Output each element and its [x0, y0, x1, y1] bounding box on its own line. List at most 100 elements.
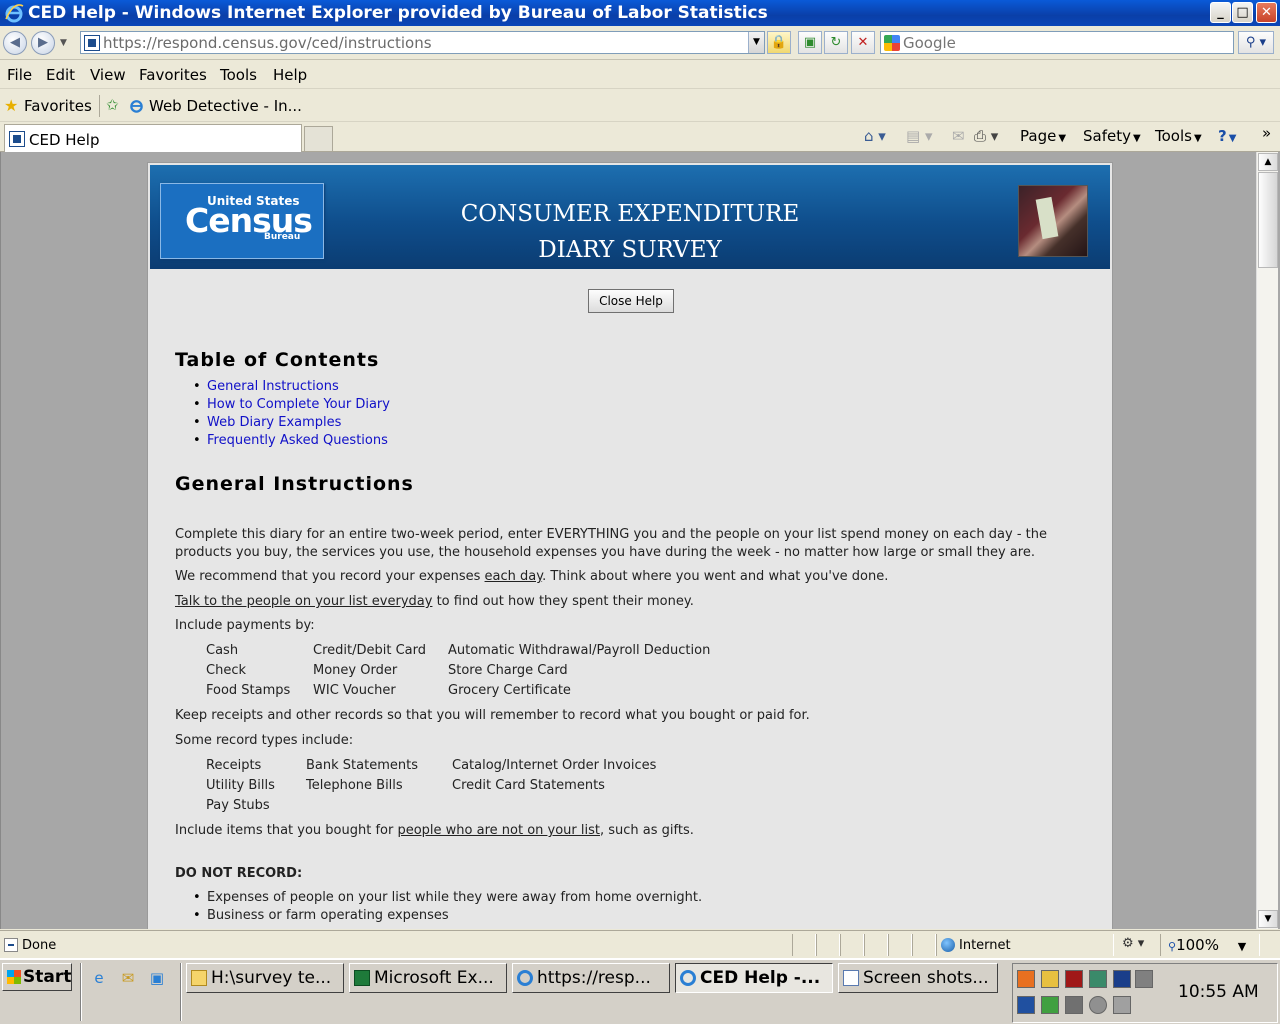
more-commands-icon[interactable]: » [1262, 124, 1271, 142]
address-bar[interactable]: ▼ [80, 31, 765, 54]
tray-hardware-icon[interactable] [1113, 996, 1131, 1014]
records-intro: Some record types include: [175, 733, 354, 748]
security-lock-button[interactable]: 🔒 [767, 31, 791, 54]
print-icon[interactable]: ⎙ ▾ [974, 127, 998, 145]
record-cell: Utility Bills [206, 778, 275, 793]
scroll-up-icon[interactable]: ▲ [1258, 153, 1278, 171]
windows-flag-icon [7, 970, 21, 984]
tray-lock-icon[interactable] [1041, 970, 1059, 988]
safety-menu-label: Safety [1083, 127, 1131, 145]
folder-icon [191, 970, 207, 986]
favorites-button[interactable]: Favorites [24, 97, 92, 115]
tray-sound-icon[interactable] [1065, 996, 1083, 1014]
toc-item: Frequently Asked Questions [193, 433, 388, 448]
start-button[interactable]: Start [2, 963, 72, 991]
new-tab-button[interactable] [304, 126, 333, 152]
each-day-emphasis: each day [484, 569, 543, 584]
survey-banner: United States Census Bureau CONSUMER EXP… [150, 165, 1110, 269]
compatibility-view-button[interactable]: ▣ [798, 31, 822, 54]
toc-link-how-to-complete[interactable]: How to Complete Your Diary [207, 397, 390, 412]
tools-menu[interactable]: Tools ▼ [1155, 127, 1202, 145]
add-favorite-icon[interactable]: ✩ [106, 96, 119, 114]
taskbar-divider [180, 963, 182, 1021]
feeds-icon[interactable]: ▤ ▾ [906, 127, 932, 145]
ie-icon [680, 970, 696, 986]
page-menu-label: Page [1020, 127, 1057, 145]
tray-display-icon[interactable] [1017, 996, 1035, 1014]
tray-network-icon[interactable] [1089, 970, 1107, 988]
mail-icon[interactable]: ✉ [952, 127, 965, 145]
page-icon [84, 35, 100, 51]
tray-audio-icon[interactable] [1135, 970, 1153, 988]
status-text: Done [22, 938, 57, 953]
search-box[interactable] [880, 31, 1234, 54]
help-page: United States Census Bureau CONSUMER EXP… [147, 162, 1113, 929]
tray-nvidia-icon[interactable] [1041, 996, 1059, 1014]
toc-link-general-instructions[interactable]: General Instructions [207, 379, 339, 394]
page-caret-icon: ▼ [1058, 133, 1067, 144]
favorites-star-icon[interactable]: ★ [4, 96, 18, 115]
status-panel [816, 934, 840, 956]
tray-grid-icon[interactable] [1113, 970, 1131, 988]
quicklaunch-ie-icon[interactable]: e [89, 968, 109, 988]
security-zone-label: Internet [959, 938, 1011, 953]
menu-file[interactable]: File [7, 66, 32, 84]
record-cell: Catalog/Internet Order Invoices [452, 758, 657, 773]
keep-receipts-text: Keep receipts and other records so that … [175, 708, 810, 723]
maximize-button[interactable]: □ [1232, 2, 1253, 23]
toc-link-faq[interactable]: Frequently Asked Questions [207, 433, 388, 448]
windows-taskbar: Start e ✉ ▣ H:\survey te... Microsoft Ex… [0, 958, 1280, 1024]
help-menu-icon[interactable]: ? ▼ [1218, 127, 1236, 145]
task-ie-https[interactable]: https://resp... [512, 963, 670, 993]
task-explorer-folder[interactable]: H:\survey te... [186, 963, 344, 993]
minimize-button[interactable]: _ [1210, 2, 1231, 23]
menu-help[interactable]: Help [273, 66, 307, 84]
search-button[interactable]: ⚲ ▾ [1238, 31, 1274, 54]
task-ced-help[interactable]: CED Help -... [675, 963, 833, 993]
tab-ced-help[interactable]: CED Help [4, 124, 302, 152]
tab-bar: CED Help ⌂ ▾ ▤ ▾ ✉ ⎙ ▾ Page ▼ Safety ▼ Too… [0, 122, 1280, 152]
quicklaunch-desktop-icon[interactable]: ▣ [147, 968, 167, 988]
toc-link-web-diary-examples[interactable]: Web Diary Examples [207, 415, 341, 430]
tray-settings-icon[interactable] [1089, 996, 1107, 1014]
close-window-button[interactable]: ✕ [1256, 2, 1277, 23]
menu-view[interactable]: View [90, 66, 126, 84]
close-help-button[interactable]: Close Help [588, 289, 674, 313]
zoom-magnifier-icon: ⚲ [1168, 940, 1177, 953]
task-screen-shots[interactable]: Screen shots... [838, 963, 998, 993]
menu-edit[interactable]: Edit [46, 66, 75, 84]
search-input[interactable] [903, 33, 1223, 52]
payment-cell: Credit/Debit Card [313, 643, 426, 658]
page-menu[interactable]: Page ▼ [1020, 127, 1066, 145]
address-dropdown-icon[interactable]: ▼ [748, 32, 764, 53]
tray-java-icon[interactable] [1017, 970, 1035, 988]
task-label: CED Help -... [700, 968, 821, 988]
favorite-link-web-detective[interactable]: Web Detective - In... [149, 97, 302, 115]
document-icon [843, 970, 859, 986]
scroll-down-icon[interactable]: ▼ [1258, 910, 1278, 928]
task-label: https://resp... [537, 968, 651, 988]
vertical-scrollbar[interactable]: ▲ ▼ [1256, 152, 1278, 929]
page-done-icon [4, 938, 18, 952]
safety-menu[interactable]: Safety ▼ [1083, 127, 1141, 145]
stop-button[interactable]: ✕ [851, 31, 875, 54]
task-microsoft-excel[interactable]: Microsoft Ex... [349, 963, 507, 993]
para3-after: to find out how they spent their money. [432, 594, 694, 609]
tray-mcafee-icon[interactable] [1065, 970, 1083, 988]
history-dropdown-icon[interactable]: ▼ [60, 38, 67, 48]
home-icon[interactable]: ⌂ ▾ [864, 127, 886, 145]
refresh-button[interactable]: ↻ [824, 31, 848, 54]
menu-favorites[interactable]: Favorites [139, 66, 207, 84]
back-button[interactable]: ◀ [3, 31, 27, 55]
url-input[interactable] [103, 33, 743, 52]
protected-mode-icon[interactable]: ⚙ ▾ [1122, 936, 1144, 951]
forward-button[interactable]: ▶ [31, 31, 55, 55]
scroll-thumb[interactable] [1258, 172, 1278, 268]
taskbar-clock: 10:55 AM [1178, 982, 1259, 1002]
menu-tools[interactable]: Tools [220, 66, 257, 84]
magnifier-icon: ⚲ ▾ [1245, 35, 1267, 50]
zoom-level-button[interactable]: ⚲100% ▼ [1168, 936, 1246, 954]
quicklaunch-outlook-icon[interactable]: ✉ [118, 968, 138, 988]
refresh-icon: ↻ [830, 35, 842, 50]
banner-title-line1: CONSUMER EXPENDITURE [460, 201, 800, 227]
